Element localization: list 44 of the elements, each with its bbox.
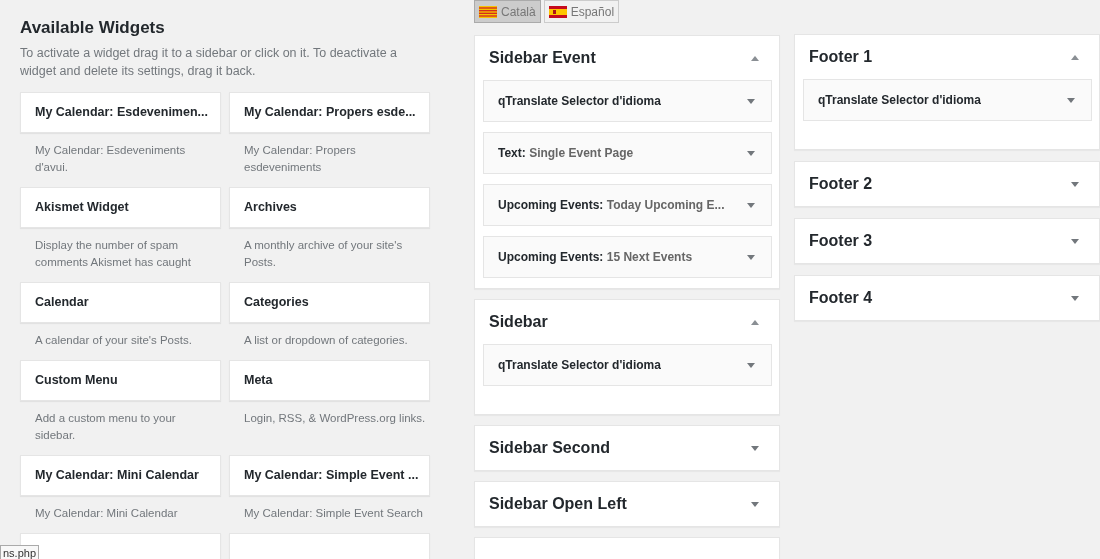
sidebar-title: Footer 2: [809, 175, 873, 193]
widget-row[interactable]: Upcoming Events: Today Upcoming E...: [483, 184, 772, 226]
widget-row[interactable]: qTranslate Selector d'idioma: [483, 80, 772, 122]
widget-card[interactable]: Meta: [229, 360, 430, 401]
widget-description: Display the number of spam comments Akismet has caught: [34, 238, 192, 270]
widget-row[interactable]: qTranslate Selector d'idioma: [483, 344, 772, 386]
widget-name: Upcoming Events: 15 Next Events: [498, 250, 693, 264]
sidebar-title: Sidebar: [489, 313, 548, 331]
widget-card[interactable]: My Calendar: Esdevenimen...: [20, 92, 221, 133]
widget-name: qTranslate Selector d'idioma: [498, 358, 661, 372]
widget-description: Login, RSS, & WordPress.org links.: [243, 411, 427, 426]
widget-description: My Calendar: Propers esdeveniments: [243, 143, 357, 175]
widget-name: qTranslate Selector d'idioma: [498, 94, 661, 108]
widget-row[interactable]: Text: Single Event Page: [483, 132, 772, 174]
widget-card[interactable]: My Calendar: Simple Event ...: [229, 455, 430, 496]
widget-card[interactable]: My Calendar: Mini Calendar: [20, 455, 221, 496]
widget-description: A calendar of your site's Posts.: [34, 333, 193, 348]
status-tooltip: ns.php: [0, 545, 40, 559]
widget-name: qTranslate Selector d'idioma: [818, 93, 981, 107]
sidebar-title: Footer 3: [809, 232, 873, 250]
sidebar-title: Footer 4: [809, 289, 873, 307]
widget-description: My Calendar: Esdeveniments d'avui.: [34, 143, 187, 175]
widget-card[interactable]: My Calendar: Propers esde...: [229, 92, 430, 133]
widget-description: A monthly archive of your site's Posts.: [243, 238, 404, 270]
sidebar-title: Footer 1: [809, 48, 873, 66]
widget-description: My Calendar: Mini Calendar: [34, 506, 179, 521]
sidebar-title: Sidebar Second: [489, 439, 610, 457]
language-button[interactable]: Español: [543, 0, 620, 23]
sidebar-title: Sidebar Event: [489, 49, 596, 67]
widget-row[interactable]: Upcoming Events: 15 Next Events: [483, 236, 772, 278]
widget-description: Add a custom menu to your sidebar.: [34, 411, 177, 443]
widget-card[interactable]: Archives: [229, 187, 430, 228]
widget-card[interactable]: Custom Menu: [20, 360, 221, 401]
section-heading: Available Widgets: [20, 17, 166, 39]
widget-card[interactable]: Akismet Widget: [20, 187, 221, 228]
widget-row[interactable]: qTranslate Selector d'idioma: [803, 79, 1092, 121]
widget-description: My Calendar: Simple Event Search: [243, 506, 424, 521]
widget-name: Upcoming Events: Today Upcoming E...: [498, 198, 725, 212]
widget-name: Text: Single Event Page: [498, 146, 634, 160]
instructions-text: To activate a widget drag it to a sidebar or click on it. To deactivate a widget and delete its settings, drag it back.: [20, 45, 399, 80]
widget-card[interactable]: Categories: [229, 282, 430, 323]
sidebar-title: Sidebar Open Left: [489, 495, 627, 513]
widget-card[interactable]: Calendar: [20, 282, 221, 323]
widget-description: A list or dropdown of categories.: [243, 333, 409, 348]
